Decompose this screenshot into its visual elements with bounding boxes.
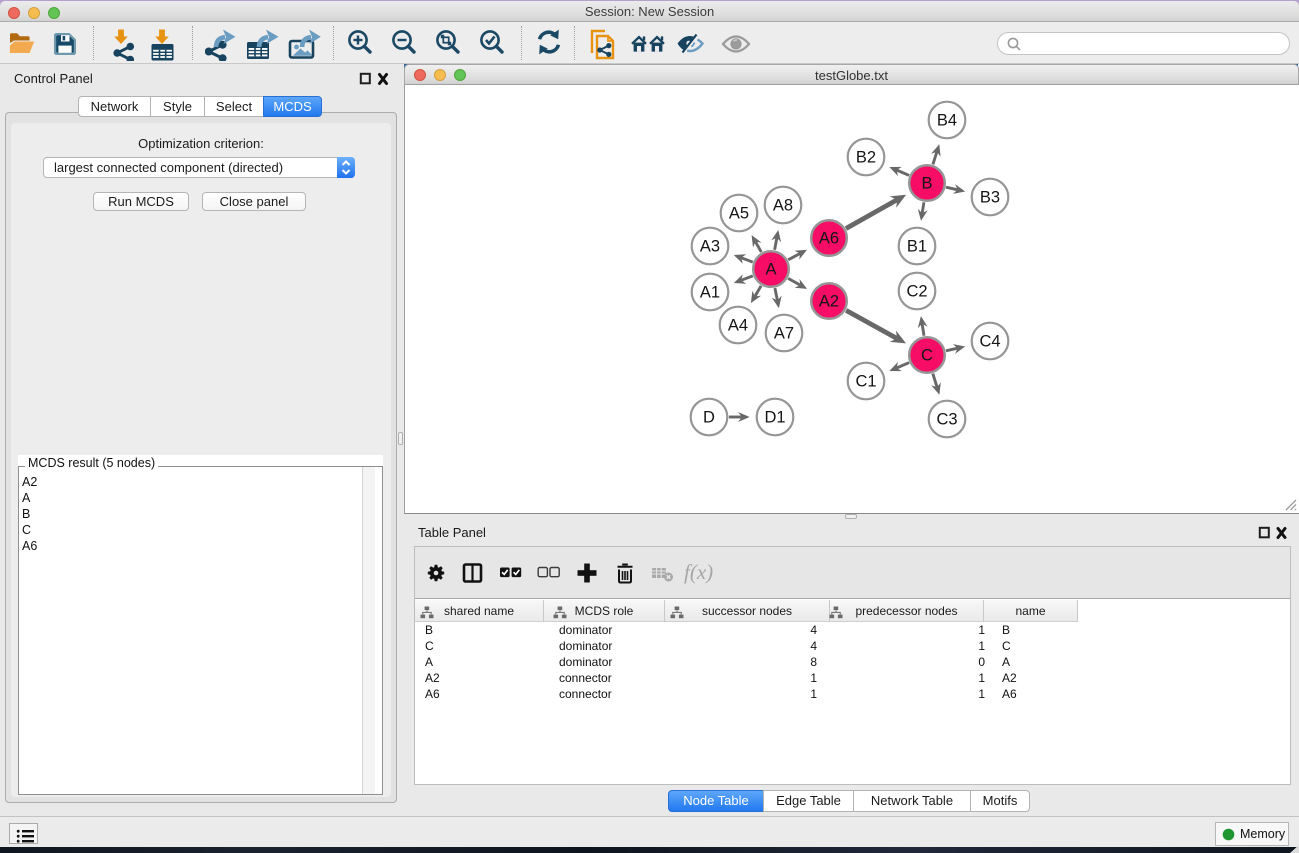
svg-text:B2: B2: [856, 149, 876, 167]
svg-text:B3: B3: [980, 189, 1000, 207]
svg-text:B1: B1: [907, 238, 927, 256]
svg-text:A4: A4: [728, 317, 748, 335]
svg-text:A: A: [765, 261, 776, 279]
svg-text:A8: A8: [773, 197, 793, 215]
svg-text:A3: A3: [700, 238, 720, 256]
svg-text:C: C: [921, 347, 933, 365]
svg-text:B: B: [921, 175, 932, 193]
svg-text:A1: A1: [700, 284, 720, 302]
svg-text:D: D: [703, 409, 715, 427]
svg-text:B4: B4: [937, 112, 957, 130]
svg-text:C3: C3: [936, 411, 957, 429]
svg-text:D1: D1: [764, 409, 785, 427]
svg-text:C4: C4: [979, 333, 1000, 351]
svg-text:A7: A7: [774, 325, 794, 343]
svg-text:C2: C2: [906, 283, 927, 301]
svg-text:A2: A2: [819, 293, 839, 311]
svg-text:A6: A6: [819, 230, 839, 248]
svg-text:C1: C1: [855, 373, 876, 391]
svg-text:A5: A5: [729, 205, 749, 223]
